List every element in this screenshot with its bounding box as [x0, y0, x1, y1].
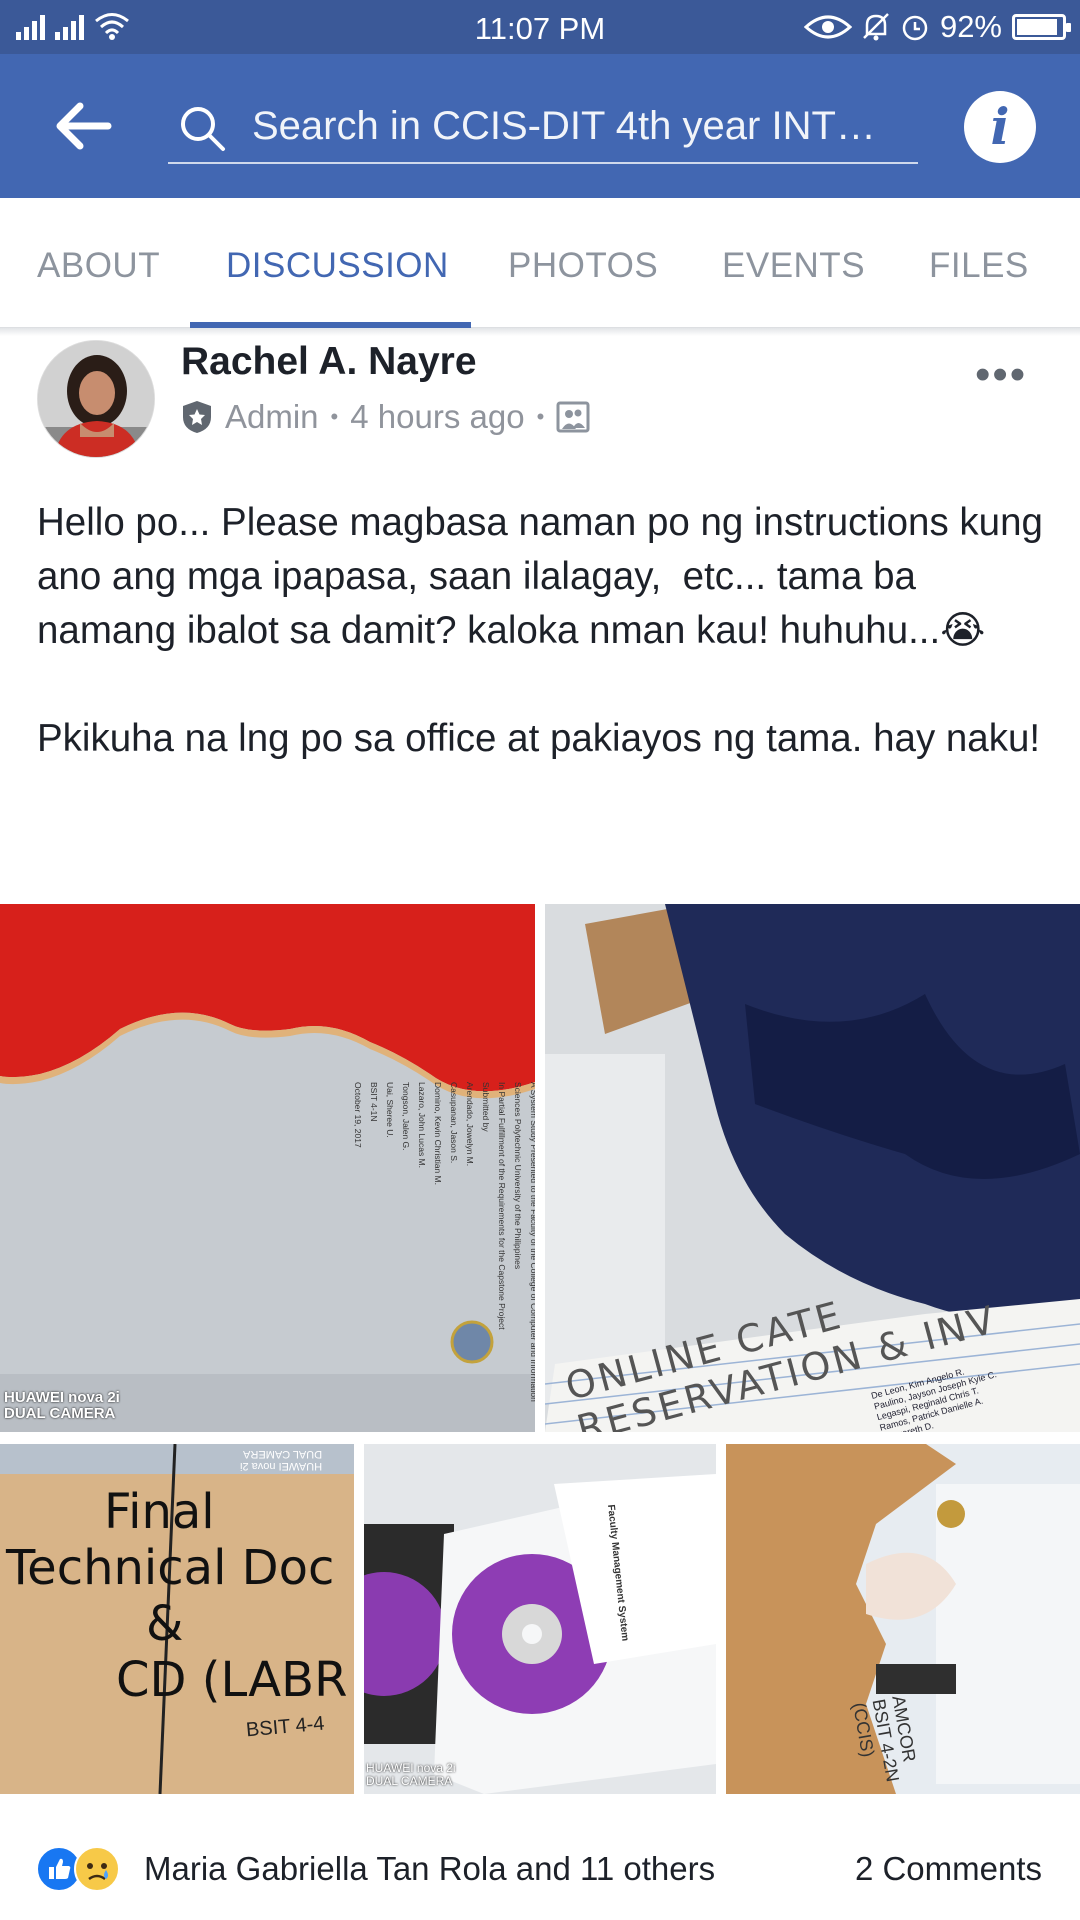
tab-discussion[interactable]: DISCUSSION [226, 246, 449, 286]
document-line: Lazaro, John Lucas M. [417, 1082, 427, 1168]
post-role: Admin [225, 398, 319, 435]
post-photo[interactable]: REPUBLIC OF THE PHILIPPINESPOLYTECHNIC U… [0, 904, 535, 1432]
document-line: BSIT 4-1N [369, 1082, 379, 1122]
bell-off-icon [863, 13, 889, 41]
more-options-icon[interactable]: ••• [975, 350, 1027, 400]
tab-about[interactable]: ABOUT [37, 246, 160, 286]
camera-watermark: HUAWEI nova 2i DUAL CAMERA [366, 1762, 456, 1788]
app-header: Search in CCIS-DIT 4th year INTE… i [0, 54, 1080, 198]
handwriting-line: Technical Doc [6, 1540, 335, 1596]
watermark-line: DUAL CAMERA [4, 1405, 116, 1422]
status-bar: 11:07 PM 92% [0, 0, 1080, 54]
post-photo[interactable]: ONLINE CATE RESERVATION & INV De Leon, K… [545, 904, 1080, 1432]
tab-shadow [0, 328, 1080, 336]
search-input[interactable]: Search in CCIS-DIT 4th year INTE… [168, 92, 918, 164]
search-icon [181, 107, 225, 151]
separator-dot: • [330, 404, 339, 429]
document-line: Casupanan, Jason S. [449, 1082, 459, 1164]
post-paragraph: Hello po... Please magbasa naman po ng i… [37, 501, 1054, 652]
status-right-icons: 92% [803, 9, 1071, 45]
document-line: Domino, Kevin Christian M. [433, 1082, 443, 1185]
avatar-image [38, 341, 154, 457]
tab-files[interactable]: FILES [929, 246, 1029, 286]
tab-events[interactable]: EVENTS [722, 246, 865, 286]
document-line: Submitted by [481, 1082, 491, 1132]
post-photo[interactable]: AMCOR BSIT 4-2N (CCIS) [726, 1444, 1080, 1794]
document-line: Tongson, Jalen G. [401, 1082, 411, 1151]
handwriting-line: & [146, 1596, 184, 1652]
alarm-icon [902, 15, 928, 41]
photo-document-text: REPUBLIC OF THE PHILIPPINESPOLYTECHNIC U… [350, 1082, 535, 1432]
watermark-line: DUAL CAMERA [366, 1774, 453, 1788]
search-placeholder: Search in CCIS-DIT 4th year INTE… [252, 104, 902, 148]
post-photo[interactable]: Faculty Management System HUAWEI nova 2i… [364, 1444, 716, 1794]
tab-bar: ABOUT DISCUSSION PHOTOS EVENTS FILES [0, 198, 1080, 328]
tab-photos[interactable]: PHOTOS [508, 246, 658, 286]
sad-reaction-icon[interactable] [74, 1846, 120, 1892]
document-line: October 19, 2017 [353, 1082, 363, 1148]
watermark-line: HUAWEI nova 2i [240, 1460, 323, 1472]
document-line: In Partial Fulfillment of the Requiremen… [497, 1082, 507, 1330]
photo-cd [364, 1444, 716, 1794]
handwriting-line: Final [104, 1484, 215, 1540]
post-meta: Admin • 4 hours ago • [181, 398, 590, 436]
info-icon[interactable]: i [964, 91, 1036, 163]
group-audience-icon [556, 401, 590, 433]
eye-icon [803, 15, 852, 39]
document-line: A System Study Presented to the Faculty … [529, 1082, 535, 1402]
back-arrow-icon[interactable] [52, 98, 112, 154]
post-author[interactable]: Rachel A. Nayre [181, 340, 477, 384]
handwriting-line: CD (LABR [116, 1652, 348, 1708]
post-photo[interactable]: Final Technical Doc & CD (LABR BSIT 4-4 … [0, 1444, 354, 1794]
watermark-line: DUAL CAMERA [243, 1448, 323, 1460]
document-line: Uai, Sheree U. [385, 1082, 395, 1138]
admin-shield-icon [183, 401, 211, 433]
post-time[interactable]: 4 hours ago [350, 398, 524, 436]
comments-count[interactable]: 2 Comments [855, 1850, 1042, 1888]
document-line: Arendado, Jowelyn M. [465, 1082, 475, 1167]
separator-dot: • [536, 404, 545, 429]
battery-icon [1012, 14, 1071, 40]
reactors-text[interactable]: Maria Gabriella Tan Rola and 11 others [144, 1850, 715, 1888]
camera-watermark: HUAWEI nova 2i DUAL CAMERA [240, 1448, 322, 1472]
battery-percent: 92% [939, 9, 1002, 44]
avatar[interactable] [37, 340, 155, 458]
battery-fill [1017, 19, 1058, 35]
photo-handwriting: Final Technical Doc & CD (LABR [6, 1484, 347, 1708]
reactions-bar: Maria Gabriella Tan Rola and 11 others 2… [36, 1840, 1046, 1900]
camera-watermark: HUAWEI nova 2i DUAL CAMERA [4, 1390, 120, 1422]
post-body: Hello po... Please magbasa naman po ng i… [37, 496, 1047, 766]
watermark-line: HUAWEI nova 2i [4, 1389, 120, 1406]
post-paragraph: Pkikuha na lng po sa office at pakiayos … [37, 717, 1041, 760]
document-line: Sciences Polytechnic University of the P… [513, 1082, 523, 1270]
